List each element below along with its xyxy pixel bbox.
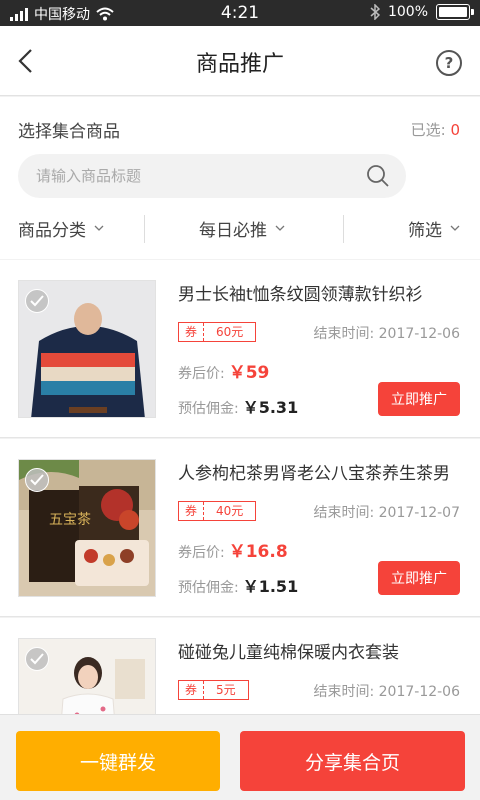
help-icon[interactable]: ?	[436, 50, 462, 76]
coupon-value: 5元	[216, 683, 236, 697]
after-price-label: 券后价:	[178, 545, 225, 561]
product-image[interactable]: 五宝茶	[18, 459, 156, 597]
coupon-badge: 券 5元	[178, 680, 249, 700]
select-checkbox[interactable]	[25, 468, 49, 492]
divider	[144, 215, 145, 243]
product-title[interactable]: 碰碰兔儿童纯棉保暖内衣套装	[178, 638, 468, 663]
filter-daily[interactable]: 每日必推	[199, 213, 285, 243]
section-title: 选择集合商品	[18, 122, 120, 142]
commission-value: ￥1.51	[242, 577, 299, 596]
after-price-value: ￥59	[228, 363, 270, 383]
mass-send-button[interactable]: 一键群发	[16, 731, 220, 791]
commission-value: ￥5.31	[242, 398, 299, 417]
commission-label: 预估佣金:	[178, 580, 239, 596]
filter-category[interactable]: 商品分类	[18, 213, 104, 243]
share-collection-button[interactable]: 分享集合页	[240, 731, 465, 791]
after-price-label: 券后价:	[178, 366, 225, 382]
svg-text:五宝茶: 五宝茶	[49, 512, 91, 528]
coupon-value: 40元	[216, 504, 244, 518]
search-box	[18, 154, 406, 198]
coupon-badge: 券 40元	[178, 501, 257, 521]
page-title: 商品推广	[195, 52, 284, 77]
estimated-commission: 预估佣金: ￥5.31	[178, 394, 298, 418]
filter-bar: 商品分类 每日必推 筛选	[0, 213, 480, 243]
end-time: 结束时间: 2017-12-06	[313, 684, 460, 700]
coupon-badge: 券 60元	[178, 322, 257, 342]
selected-label: 已选:	[410, 121, 446, 139]
battery-icon	[436, 4, 474, 20]
chevron-down-icon	[94, 225, 104, 231]
after-coupon-price: 券后价: ￥59	[178, 358, 269, 383]
end-time: 结束时间: 2017-12-06	[313, 326, 460, 342]
bluetooth-icon	[370, 4, 380, 20]
select-section: 选择集合商品 已选: 0 商品分类 每日必推 筛选	[0, 97, 480, 259]
promote-button[interactable]: 立即推广	[378, 382, 460, 416]
filter-screen-label: 筛选	[408, 220, 442, 241]
commission-label: 预估佣金:	[178, 401, 239, 417]
product-card[interactable]: 五宝茶 人参枸杞茶男肾老公八宝茶养生茶男 券 40元 结束时间: 2017-12…	[0, 439, 480, 617]
status-bar: 中国移动 4:21 100%	[0, 0, 480, 26]
search-input[interactable]	[36, 154, 356, 198]
select-checkbox[interactable]	[25, 647, 49, 671]
end-time: 结束时间: 2017-12-07	[313, 505, 460, 521]
coupon-label: 券	[179, 323, 205, 341]
selected-number: 0	[450, 121, 460, 139]
estimated-commission: 预估佣金: ￥1.51	[178, 573, 298, 597]
coupon-value: 60元	[216, 325, 244, 339]
filter-screen[interactable]: 筛选	[408, 213, 460, 243]
chevron-down-icon	[450, 225, 460, 231]
product-title[interactable]: 人参枸杞茶男肾老公八宝茶养生茶男	[178, 459, 468, 484]
battery-percent: 100%	[387, 4, 428, 20]
selected-count: 已选: 0	[411, 119, 460, 140]
bottom-action-bar: 一键群发 分享集合页	[0, 714, 480, 800]
chevron-down-icon	[275, 225, 285, 231]
coupon-label: 券	[179, 681, 205, 699]
coupon-label: 券	[179, 502, 205, 520]
nav-header: 商品推广 ?	[0, 26, 480, 96]
divider	[343, 215, 344, 243]
product-list: 男士长袖t恤条纹圆领薄款针织衫 券 60元 结束时间: 2017-12-06 券…	[0, 260, 480, 730]
promote-button[interactable]: 立即推广	[378, 561, 460, 595]
search-icon[interactable]	[366, 164, 390, 188]
product-card[interactable]: 男士长袖t恤条纹圆领薄款针织衫 券 60元 结束时间: 2017-12-06 券…	[0, 260, 480, 438]
after-price-value: ￥16.8	[228, 542, 288, 562]
product-image[interactable]	[18, 280, 156, 418]
filter-daily-label: 每日必推	[199, 220, 267, 241]
after-coupon-price: 券后价: ￥16.8	[178, 537, 288, 562]
select-checkbox[interactable]	[25, 289, 49, 313]
filter-category-label: 商品分类	[18, 220, 86, 241]
product-title[interactable]: 男士长袖t恤条纹圆领薄款针织衫	[178, 280, 468, 305]
